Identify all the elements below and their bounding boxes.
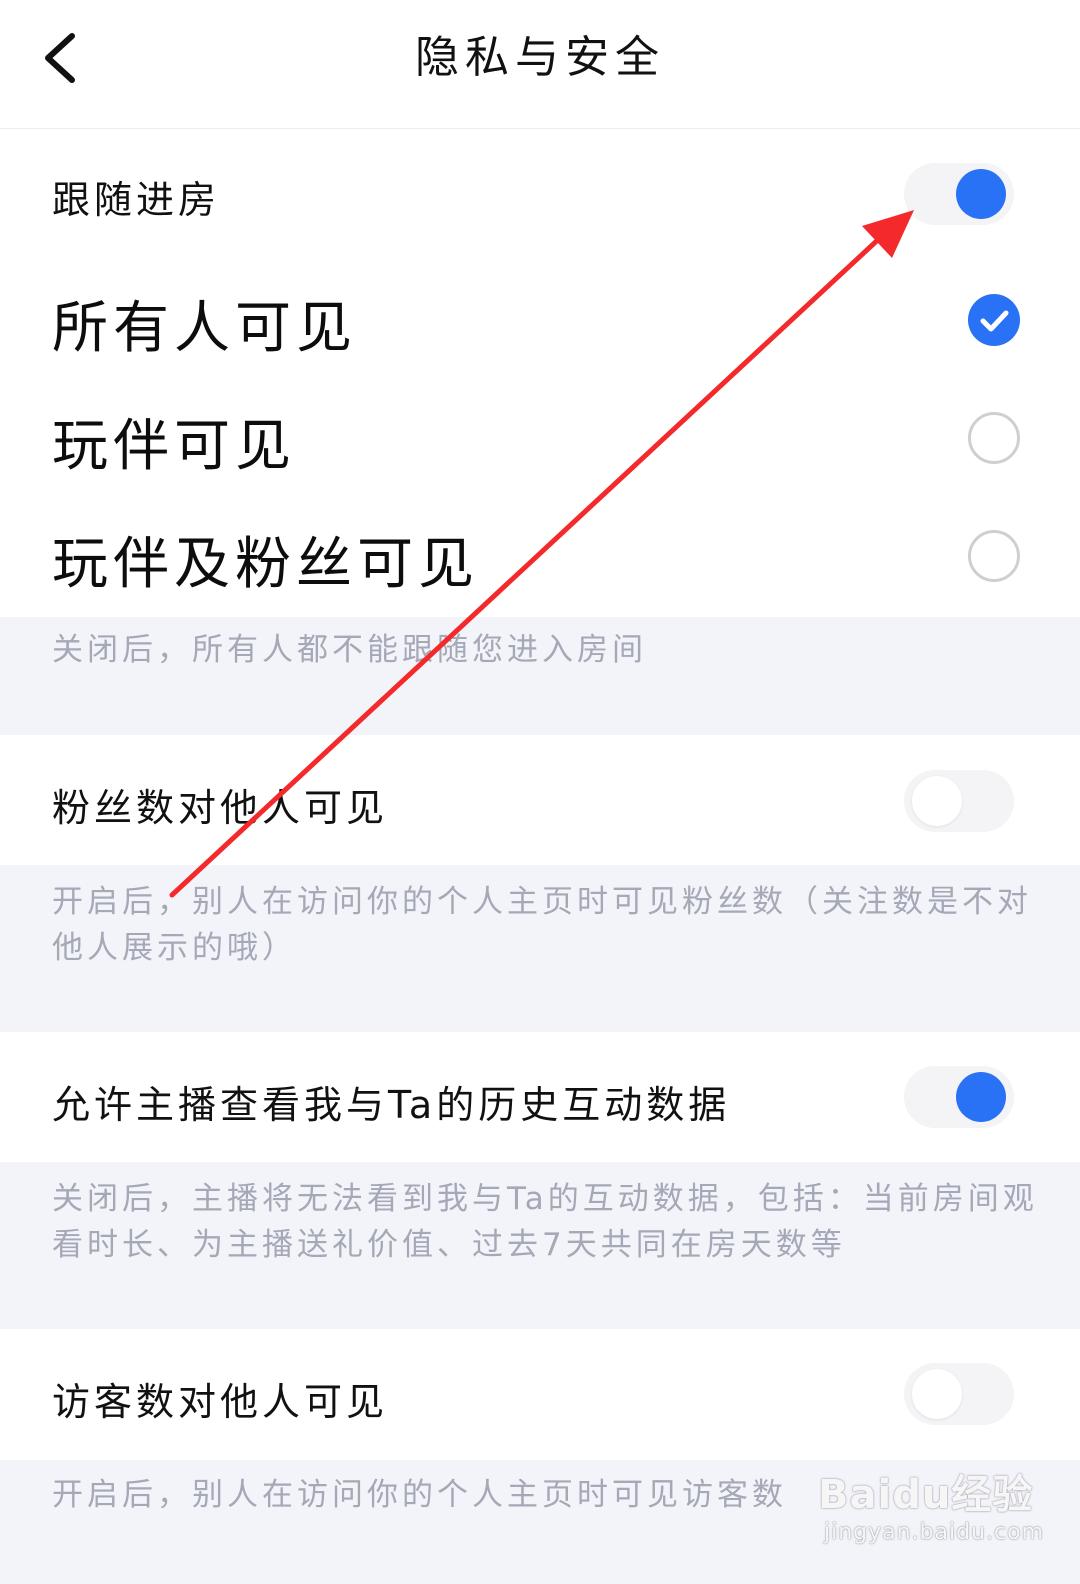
option-playmates-radio[interactable]: [968, 412, 1020, 464]
history-interaction-toggle[interactable]: [904, 1066, 1014, 1128]
privacy-security-page: 隐私与安全 跟随进房 所有人可见 玩伴可见 玩伴及粉丝可见 关闭后，所有人都不能…: [0, 0, 1080, 1584]
follow-room-section: 跟随进房 所有人可见 玩伴可见 玩伴及粉丝可见: [0, 129, 1080, 617]
follow-room-description-block: 关闭后，所有人都不能跟随您进入房间: [0, 617, 1080, 735]
visitors-visible-row[interactable]: 访客数对他人可见: [0, 1329, 1080, 1460]
baidu-jingyan-watermark: Baidu经验 jingyan.baidu.com: [818, 1462, 1058, 1562]
fans-visible-label: 粉丝数对他人可见: [52, 786, 389, 830]
toggle-knob: [912, 1369, 962, 1419]
page-title: 隐私与安全: [415, 32, 665, 83]
follow-room-toggle[interactable]: [904, 163, 1014, 225]
visitors-visible-label: 访客数对他人可见: [52, 1380, 389, 1424]
watermark-main-text: Baidu经验: [818, 1472, 1034, 1518]
history-interaction-description: 关闭后，主播将无法看到我与Ta的互动数据，包括：当前房间观看时长、为主播送礼价值…: [52, 1181, 1038, 1263]
option-playmates-label: 玩伴可见: [52, 414, 296, 479]
history-interaction-label: 允许主播查看我与Ta的历史互动数据: [52, 1083, 731, 1127]
history-interaction-description-block: 关闭后，主播将无法看到我与Ta的互动数据，包括：当前房间观看时长、为主播送礼价值…: [0, 1162, 1080, 1329]
fans-visible-description-block: 开启后，别人在访问你的个人主页时可见粉丝数（关注数是不对他人展示的哦）: [0, 865, 1080, 1032]
follow-room-label: 跟随进房: [52, 178, 221, 222]
fans-visible-description: 开启后，别人在访问你的个人主页时可见粉丝数（关注数是不对他人展示的哦）: [52, 884, 1032, 966]
visitors-visible-toggle[interactable]: [904, 1363, 1014, 1425]
checkmark-icon: [980, 310, 1009, 332]
toggle-knob: [912, 776, 962, 826]
toggle-knob: [956, 1072, 1006, 1122]
header-bar: 隐私与安全: [0, 0, 1080, 129]
watermark-url-text: jingyan.baidu.com: [824, 1520, 1045, 1545]
option-everyone-radio[interactable]: [968, 294, 1020, 346]
fans-visible-row[interactable]: 粉丝数对他人可见: [0, 735, 1080, 865]
history-interaction-row[interactable]: 允许主播查看我与Ta的历史互动数据: [0, 1032, 1080, 1162]
option-playmates-fans-label: 玩伴及粉丝可见: [52, 532, 479, 597]
toggle-knob: [956, 169, 1006, 219]
follow-room-description: 关闭后，所有人都不能跟随您进入房间: [52, 632, 647, 668]
option-playmates-fans-radio[interactable]: [968, 530, 1020, 582]
option-everyone-label: 所有人可见: [52, 296, 357, 361]
fans-visible-toggle[interactable]: [904, 770, 1014, 832]
